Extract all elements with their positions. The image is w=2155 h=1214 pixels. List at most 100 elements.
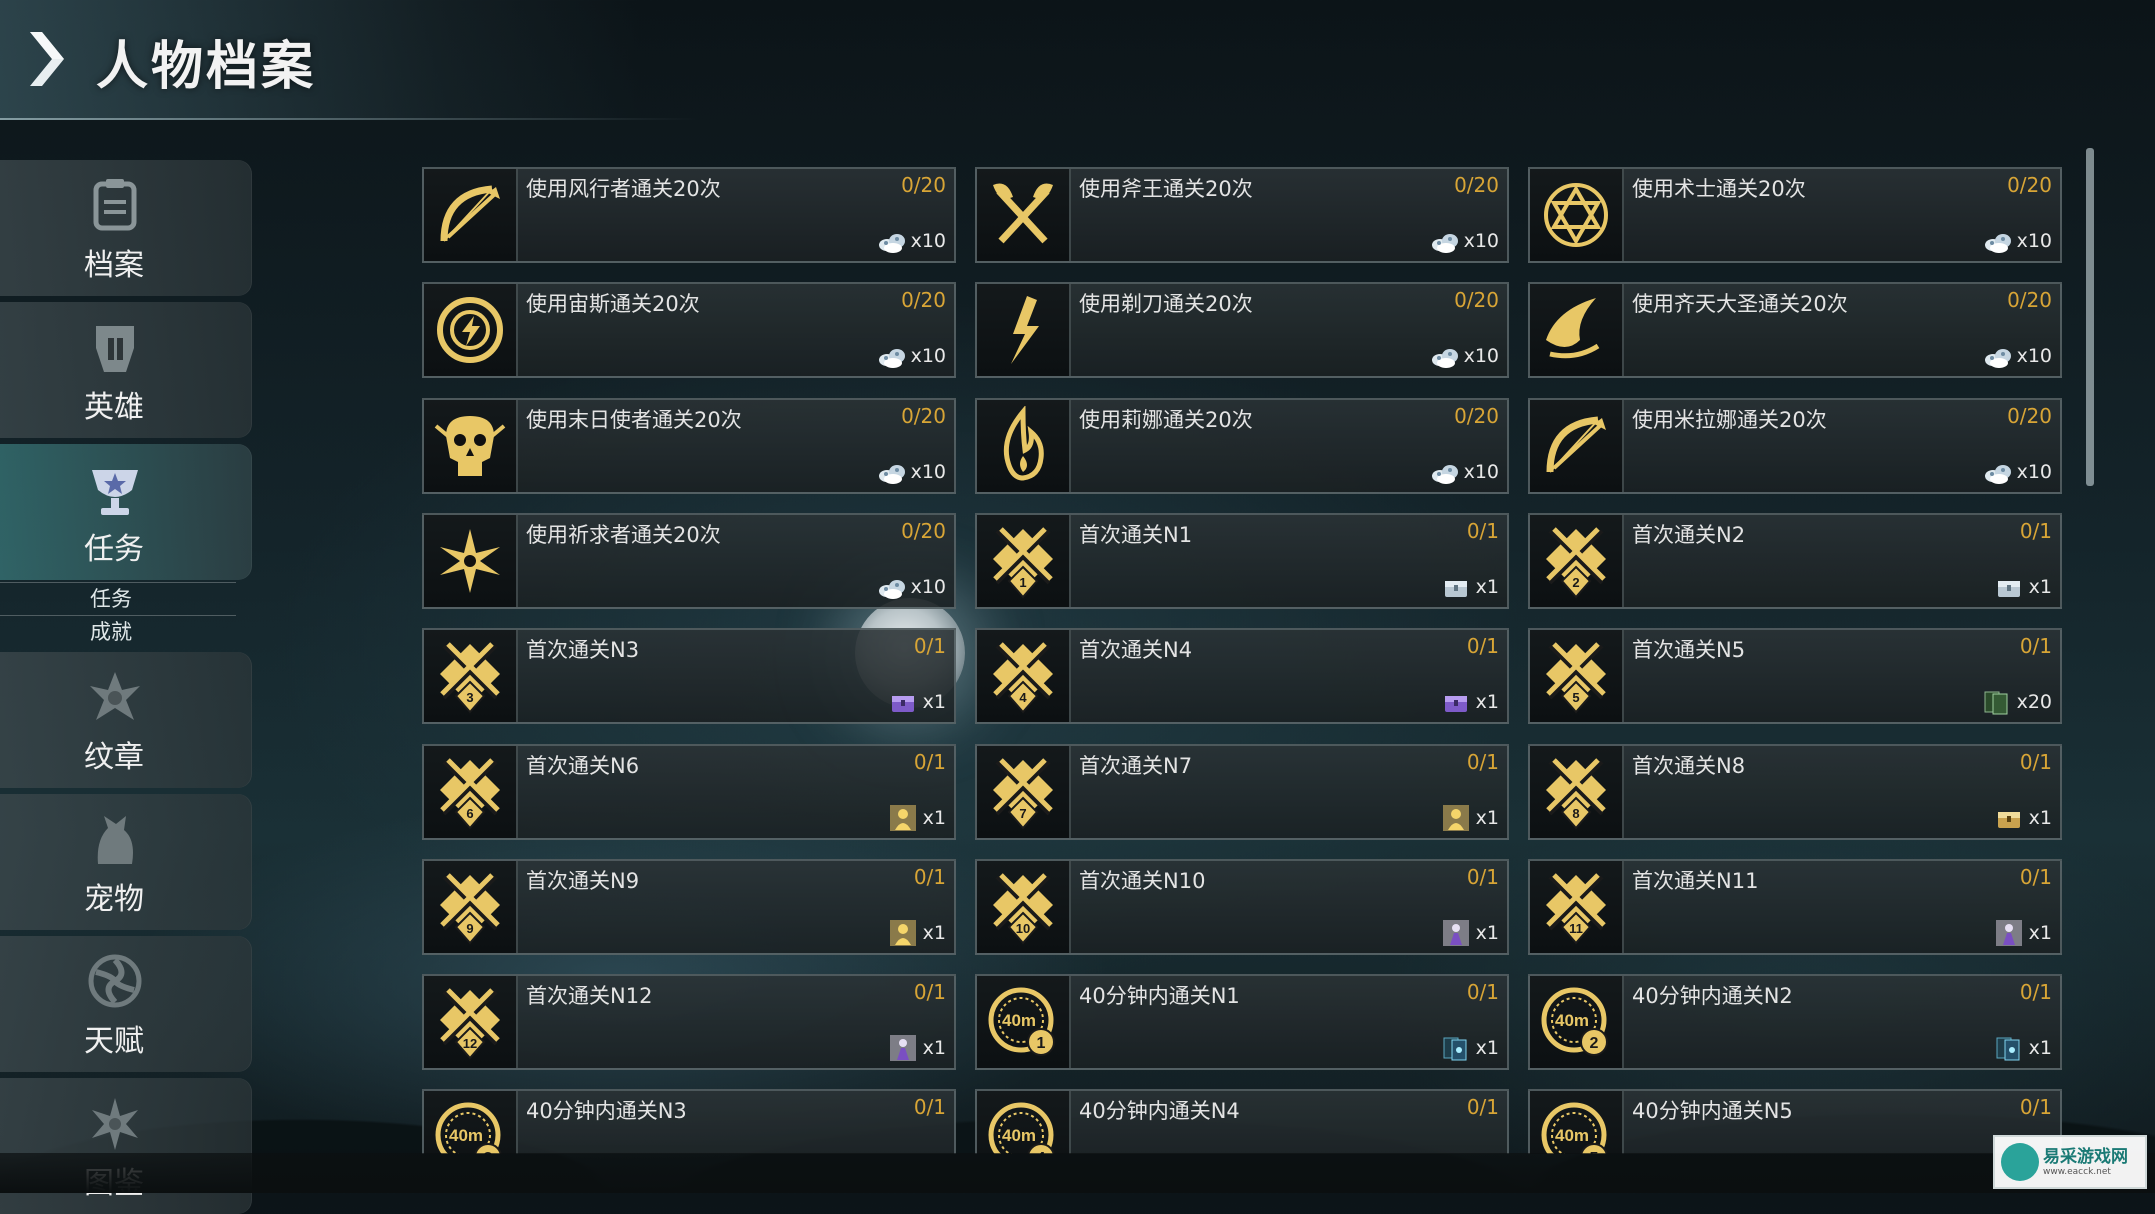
quest-name: 首次通关N12 bbox=[526, 984, 653, 1008]
quest-reward[interactable]: x10 bbox=[877, 227, 946, 255]
quest-card[interactable]: 使用斧王通关20次 0/20 x10 bbox=[975, 167, 1509, 263]
reward-quantity: x1 bbox=[1475, 576, 1499, 598]
quest-reward[interactable]: x1 bbox=[1995, 919, 2052, 947]
quest-icon-frame: 8 bbox=[1530, 746, 1624, 838]
quest-card[interactable]: 使用风行者通关20次 0/20 x10 bbox=[422, 167, 956, 263]
reward-quantity: x1 bbox=[2028, 922, 2052, 944]
quest-icon-frame bbox=[977, 284, 1071, 376]
reward-quantity: x10 bbox=[2016, 230, 2052, 252]
purple-hero-icon bbox=[889, 1035, 916, 1061]
quest-progress: 0/1 bbox=[913, 980, 946, 1004]
quest-reward[interactable]: x10 bbox=[1430, 458, 1499, 486]
quest-reward[interactable]: x10 bbox=[877, 342, 946, 370]
silver-chest-icon bbox=[1444, 581, 1467, 597]
quest-card[interactable]: 40m4 40分钟内通关N4 0/1 bbox=[975, 1089, 1509, 1154]
quest-card[interactable]: 40m 2 40分钟内通关N2 0/1 x1 bbox=[1528, 974, 2062, 1070]
svg-text:12: 12 bbox=[463, 1036, 477, 1051]
quest-reward[interactable]: x10 bbox=[1983, 458, 2052, 486]
quest-reward[interactable]: x10 bbox=[1983, 342, 2052, 370]
sidebar-item-codex[interactable]: 图鉴 bbox=[0, 1078, 252, 1214]
quest-reward[interactable]: x1 bbox=[1995, 804, 2052, 832]
quest-card[interactable]: 使用宙斯通关20次 0/20 x10 bbox=[422, 282, 956, 378]
quest-reward[interactable]: x1 bbox=[889, 1034, 946, 1062]
reward-quantity: x1 bbox=[922, 1037, 946, 1059]
crossed-swords-badge-icon: 3 bbox=[440, 642, 500, 714]
quest-icon-frame: 12 bbox=[424, 976, 518, 1068]
sidebar-item-label: 纹章 bbox=[84, 740, 144, 775]
quest-progress: 0/1 bbox=[2019, 865, 2052, 889]
quest-reward[interactable]: x1 bbox=[1442, 573, 1499, 601]
submenu-item[interactable]: 成就 bbox=[0, 615, 236, 648]
quest-progress: 0/20 bbox=[2007, 288, 2052, 312]
quest-card[interactable]: 40m 1 40分钟内通关N1 0/1 x1 bbox=[975, 974, 1509, 1070]
reward-quantity: x10 bbox=[1463, 345, 1499, 367]
quest-reward[interactable]: x10 bbox=[877, 458, 946, 486]
quest-card[interactable]: 使用莉娜通关20次 0/20 x10 bbox=[975, 398, 1509, 494]
purple-hero-icon bbox=[1995, 920, 2022, 946]
sidebar-item-emblem[interactable]: 纹章 bbox=[0, 652, 252, 788]
quest-name: 首次通关N7 bbox=[1079, 754, 1193, 778]
back-chevron-icon[interactable] bbox=[26, 30, 66, 88]
svg-text:40m: 40m bbox=[1002, 1011, 1036, 1030]
quest-icon-frame: 40m5 bbox=[1530, 1091, 1624, 1154]
quest-card[interactable]: 9 首次通关N9 0/1 x1 bbox=[422, 859, 956, 955]
quest-icon-frame bbox=[424, 515, 518, 607]
quest-progress: 0/20 bbox=[901, 288, 946, 312]
quest-name: 首次通关N8 bbox=[1632, 754, 1746, 778]
quest-card[interactable]: 6 首次通关N6 0/1 x1 bbox=[422, 744, 956, 840]
quest-card[interactable]: 4 首次通关N4 0/1 x1 bbox=[975, 628, 1509, 724]
quest-reward[interactable]: x10 bbox=[1983, 227, 2052, 255]
scrollbar[interactable] bbox=[2086, 148, 2094, 486]
header-divider bbox=[0, 118, 700, 120]
quest-reward[interactable]: x10 bbox=[877, 573, 946, 601]
timer-40m-icon: 40m4 bbox=[988, 1102, 1055, 1154]
quest-reward[interactable]: x10 bbox=[1430, 342, 1499, 370]
quest-reward[interactable]: x10 bbox=[1430, 227, 1499, 255]
quest-card[interactable]: 使用祈求者通关20次 0/20 x10 bbox=[422, 513, 956, 609]
sidebar-submenu: 任务 成就 bbox=[0, 582, 236, 648]
timer-40m-icon: 40m5 bbox=[1541, 1102, 1608, 1154]
watermark: 易采游戏网 www.eacck.net bbox=[1993, 1135, 2147, 1189]
quest-card[interactable]: 12 首次通关N12 0/1 x1 bbox=[422, 974, 956, 1070]
quest-reward[interactable]: x1 bbox=[1442, 688, 1499, 716]
quest-reward[interactable]: x1 bbox=[1442, 804, 1499, 832]
quest-card[interactable]: 使用齐天大圣通关20次 0/20 x10 bbox=[1528, 282, 2062, 378]
timer-40m-icon: 40m1 bbox=[988, 987, 1055, 1056]
quest-reward[interactable]: x1 bbox=[1442, 919, 1499, 947]
quest-icon-frame: 40m 2 bbox=[1530, 976, 1624, 1068]
quest-card[interactable]: 3 首次通关N3 0/1 x1 bbox=[422, 628, 956, 724]
quest-card[interactable]: 7 首次通关N7 0/1 x1 bbox=[975, 744, 1509, 840]
quest-reward[interactable]: x1 bbox=[1995, 573, 2052, 601]
quest-card[interactable]: 1 首次通关N1 0/1 x1 bbox=[975, 513, 1509, 609]
quest-card[interactable]: 10 首次通关N10 0/1 x1 bbox=[975, 859, 1509, 955]
quest-card[interactable]: 使用术士通关20次 0/20 x10 bbox=[1528, 167, 2062, 263]
quest-card[interactable]: 40m3 40分钟内通关N3 0/1 bbox=[422, 1089, 956, 1154]
quest-list[interactable]: 使用风行者通关20次 0/20 x10 使用斧王通关20次 0/20 x10 使用术士通关2… bbox=[422, 167, 2062, 1154]
quest-card[interactable]: 使用剃刀通关20次 0/20 x10 bbox=[975, 282, 1509, 378]
reward-quantity: x1 bbox=[2028, 1037, 2052, 1059]
quest-reward[interactable]: x20 bbox=[1983, 688, 2052, 716]
sidebar-item-talent[interactable]: 天赋 bbox=[0, 936, 252, 1072]
quest-card[interactable]: 5 首次通关N5 0/1 x20 bbox=[1528, 628, 2062, 724]
quest-card[interactable]: 8 首次通关N8 0/1 x1 bbox=[1528, 744, 2062, 840]
quest-card[interactable]: 2 首次通关N2 0/1 x1 bbox=[1528, 513, 2062, 609]
quest-reward[interactable]: x1 bbox=[1442, 1034, 1499, 1062]
sidebar-item-document[interactable]: 档案 bbox=[0, 160, 252, 296]
quest-card[interactable]: 40m5 40分钟内通关N5 0/1 bbox=[1528, 1089, 2062, 1154]
submenu-item[interactable]: 任务 bbox=[0, 582, 236, 615]
quest-progress: 0/1 bbox=[1466, 634, 1499, 658]
quest-progress: 0/1 bbox=[2019, 519, 2052, 543]
sidebar-item-pet[interactable]: 宠物 bbox=[0, 794, 252, 930]
sidebar-item-helmet[interactable]: 英雄 bbox=[0, 302, 252, 438]
diamond-pile-icon bbox=[1984, 349, 2011, 368]
sidebar-item-trophy[interactable]: 任务 bbox=[0, 444, 252, 580]
quest-card[interactable]: 使用末日使者通关20次 0/20 x10 bbox=[422, 398, 956, 494]
quest-reward[interactable]: x1 bbox=[889, 804, 946, 832]
quest-reward[interactable]: x1 bbox=[1995, 1034, 2052, 1062]
quest-reward[interactable]: x1 bbox=[889, 919, 946, 947]
quest-card[interactable]: 使用米拉娜通关20次 0/20 x10 bbox=[1528, 398, 2062, 494]
quest-icon-frame bbox=[424, 400, 518, 492]
reward-quantity: x10 bbox=[910, 345, 946, 367]
quest-reward[interactable]: x1 bbox=[889, 688, 946, 716]
quest-card[interactable]: 11 首次通关N11 0/1 x1 bbox=[1528, 859, 2062, 955]
